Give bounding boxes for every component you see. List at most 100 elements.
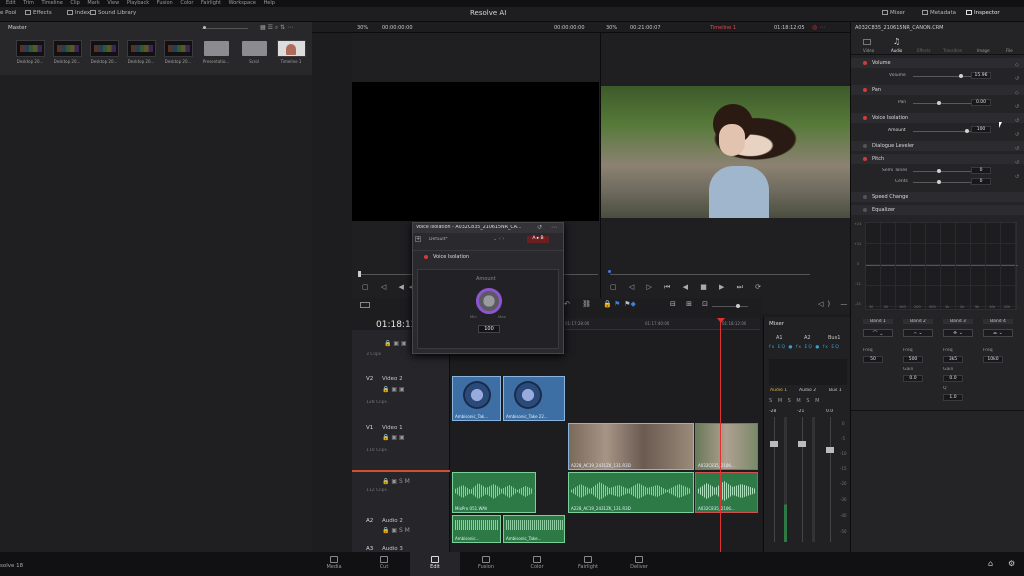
effects-toggle[interactable]: Effects: [25, 10, 52, 16]
video-clip[interactable]: Ambisonic_Take 22...: [503, 376, 565, 421]
tab-audio[interactable]: Audio: [891, 48, 902, 53]
folder-icon[interactable]: [204, 41, 229, 56]
menu-fusion[interactable]: Fusion: [157, 0, 173, 7]
band-2-header[interactable]: Band 2: [903, 319, 933, 324]
cents-slider[interactable]: [913, 182, 971, 183]
track-name[interactable]: Video 1: [382, 425, 403, 431]
menu-workspace[interactable]: Workspace: [229, 0, 256, 7]
tab-video[interactable]: Video: [863, 48, 874, 53]
source-viewer[interactable]: [352, 82, 599, 221]
folder-icon[interactable]: [242, 41, 267, 56]
band-2-freq[interactable]: 500: [903, 356, 923, 363]
clip-thumbnail[interactable]: [90, 40, 119, 57]
semi-tones-slider-knob[interactable]: [937, 169, 941, 173]
audio-track-controls-icon[interactable]: 🔒 ▣ S M: [382, 527, 410, 534]
pan-enable-toggle[interactable]: [863, 88, 867, 92]
audio-clip-selected[interactable]: A032C835_2106...: [695, 472, 758, 513]
equalizer-enable-toggle[interactable]: [863, 208, 867, 212]
audio-track-controls-icon[interactable]: 🔒 ▣ S M: [382, 478, 410, 485]
audio-clip[interactable]: Ambisonic_Take...: [503, 515, 565, 543]
equalizer-section-header[interactable]: Equalizer: [851, 205, 1024, 215]
preset-select[interactable]: Default*: [429, 237, 448, 242]
mixer-toggle[interactable]: Mixer: [882, 10, 905, 16]
mixer-eq-buttons[interactable]: fx EQ ● fx EQ ● fx EQ: [769, 345, 840, 350]
voice-isolation-value[interactable]: 100: [971, 126, 991, 133]
tab-effects[interactable]: Effects: [917, 48, 931, 53]
page-media[interactable]: Media: [309, 552, 359, 576]
amount-knob[interactable]: [476, 288, 502, 314]
track-name[interactable]: Video 2: [382, 376, 403, 382]
timeline-thumbnail[interactable]: [277, 40, 306, 57]
band-3-filter-select[interactable]: ⌯ ⌄: [943, 329, 973, 337]
clip-thumbnail[interactable]: [127, 40, 156, 57]
cents-slider-knob[interactable]: [937, 180, 941, 184]
preset-controls-icon[interactable]: ⌄ ‹ ›: [493, 236, 504, 242]
pan-section-header[interactable]: Pan: [851, 85, 1024, 95]
dialogue-leveler-enable-toggle[interactable]: [863, 144, 867, 148]
zoom-tools-icon[interactable]: ⊟ ⊞ ⊡: [670, 300, 712, 308]
track-controls-icon[interactable]: 🔒 ▣ ▣: [384, 340, 407, 347]
menu-view[interactable]: View: [107, 0, 119, 7]
program-viewer[interactable]: [601, 86, 850, 218]
page-fairlight[interactable]: Fairlight: [563, 552, 613, 576]
view-mode-icon[interactable]: ▦ ☰ ⌕ ⇅ ⋯: [260, 24, 293, 32]
clip-thumbnail[interactable]: [53, 40, 82, 57]
semi-tones-slider[interactable]: [913, 171, 971, 172]
ab-compare-buttons[interactable]: A ▸ B: [527, 236, 549, 243]
page-color[interactable]: Color: [512, 552, 562, 576]
fader-knob[interactable]: [826, 447, 834, 453]
media-pool-toggle[interactable]: e Pool: [0, 10, 17, 16]
menu-fairlight[interactable]: Fairlight: [201, 0, 221, 7]
audio-clip[interactable]: Ambisonic...: [452, 515, 501, 543]
thumb-size-knob[interactable]: [203, 26, 206, 29]
page-deliver[interactable]: Deliver: [614, 552, 664, 576]
speed-change-enable-toggle[interactable]: [863, 195, 867, 199]
band-3-gain[interactable]: 0.0: [943, 375, 963, 382]
marker-flag-icon[interactable]: ⚑ ◆: [614, 300, 640, 308]
menu-mark[interactable]: Mark: [87, 0, 99, 7]
program-zoom[interactable]: 30%: [606, 25, 617, 31]
sound-library-toggle[interactable]: Sound Library: [90, 10, 136, 16]
audio-meter-icon[interactable]: ◎ ⋯: [812, 24, 825, 31]
zoom-slider[interactable]: [712, 306, 748, 307]
menu-playback[interactable]: Playback: [127, 0, 149, 7]
band-3-freq[interactable]: 3k5: [943, 356, 963, 363]
speed-change-section-header[interactable]: Speed Change: [851, 192, 1024, 202]
page-fusion[interactable]: Fusion: [461, 552, 511, 576]
amount-value[interactable]: 100: [478, 325, 500, 333]
band-1-filter-select[interactable]: ⌒ ⌄: [863, 329, 893, 337]
band-3-q[interactable]: 1.0: [943, 394, 963, 401]
tab-file[interactable]: File: [1006, 48, 1013, 53]
pitch-enable-toggle[interactable]: [863, 157, 867, 161]
menu-help[interactable]: Help: [264, 0, 275, 7]
track-controls-icon[interactable]: 🔒 ▣ ▣: [382, 434, 405, 441]
video-clip[interactable]: A228_AC19_2431ZK_131.R3D: [568, 423, 694, 470]
timeline-playhead[interactable]: [720, 318, 721, 552]
audio-clip[interactable]: A228_AC19_2431ZK_131.R3D: [568, 472, 694, 513]
voice-isolation-slider-knob[interactable]: [965, 129, 969, 133]
fader-knob[interactable]: [770, 441, 778, 447]
volume-section-header[interactable]: Volume: [851, 58, 1024, 68]
window-reset-icon[interactable]: ↺: [537, 224, 542, 231]
fader-knob[interactable]: [798, 441, 806, 447]
band-2-gain[interactable]: 0.0: [903, 375, 923, 382]
layout-icon[interactable]: [360, 302, 370, 308]
program-scrubber[interactable]: [610, 274, 810, 275]
window-titlebar[interactable]: Voice Isolation - A032C835_210615NR_CA..…: [413, 223, 563, 233]
voice-isolation-enable-toggle[interactable]: [863, 116, 867, 120]
band-4-freq[interactable]: 10k0: [983, 356, 1003, 363]
zoom-slider-knob[interactable]: [736, 304, 740, 308]
volume-icon[interactable]: ◁) —: [818, 300, 851, 308]
menu-edit[interactable]: Edit: [6, 0, 16, 7]
clip-thumbnail[interactable]: [16, 40, 45, 57]
voice-isolation-bypass-toggle[interactable]: [424, 255, 428, 259]
program-playhead[interactable]: [608, 270, 611, 273]
page-edit[interactable]: Edit: [410, 552, 460, 576]
settings-gear-icon[interactable]: ⚙: [1008, 559, 1015, 568]
track-controls-icon[interactable]: 🔒 ▣ ▣: [382, 386, 405, 393]
playhead-handle[interactable]: [717, 318, 725, 323]
pitch-section-header[interactable]: Pitch: [851, 154, 1024, 164]
pan-value[interactable]: 0.00: [971, 99, 991, 106]
clip-thumbnail[interactable]: [164, 40, 193, 57]
tab-transition[interactable]: Transition: [943, 48, 962, 53]
